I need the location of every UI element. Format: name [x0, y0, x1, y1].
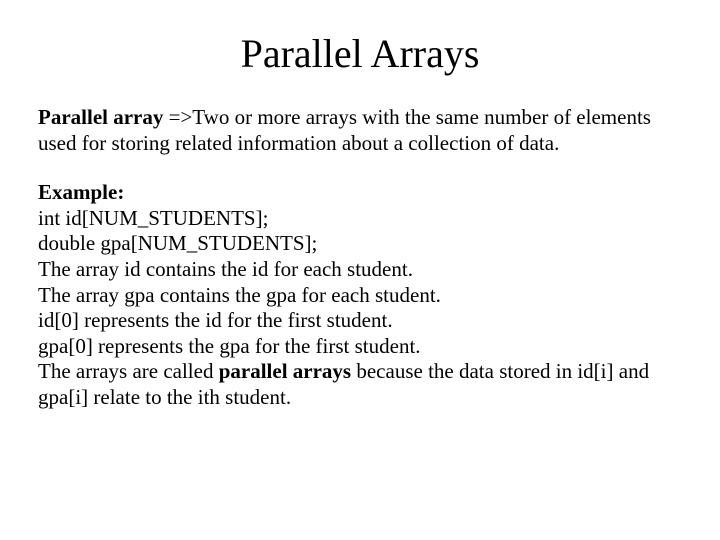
text-line-3: The array id contains the id for each st…: [38, 257, 682, 283]
text-7a: The arrays are called: [38, 359, 219, 383]
slide-container: Parallel Arrays Parallel array =>Two or …: [0, 0, 720, 431]
term-bold: Parallel array: [38, 105, 169, 129]
slide-title: Parallel Arrays: [38, 30, 682, 77]
text-line-4: The array gpa contains the gpa for each …: [38, 283, 682, 309]
text-7b-bold: parallel arrays: [219, 359, 351, 383]
text-line-5: id[0] represents the id for the first st…: [38, 308, 682, 334]
example-block: Example: int id[NUM_STUDENTS]; double gp…: [38, 180, 682, 410]
code-line-1: int id[NUM_STUDENTS];: [38, 206, 682, 232]
definition-paragraph: Parallel array =>Two or more arrays with…: [38, 105, 682, 156]
code-line-2: double gpa[NUM_STUDENTS];: [38, 231, 682, 257]
text-line-7: The arrays are called parallel arrays be…: [38, 359, 682, 410]
text-line-6: gpa[0] represents the gpa for the first …: [38, 334, 682, 360]
example-label: Example:: [38, 180, 682, 206]
